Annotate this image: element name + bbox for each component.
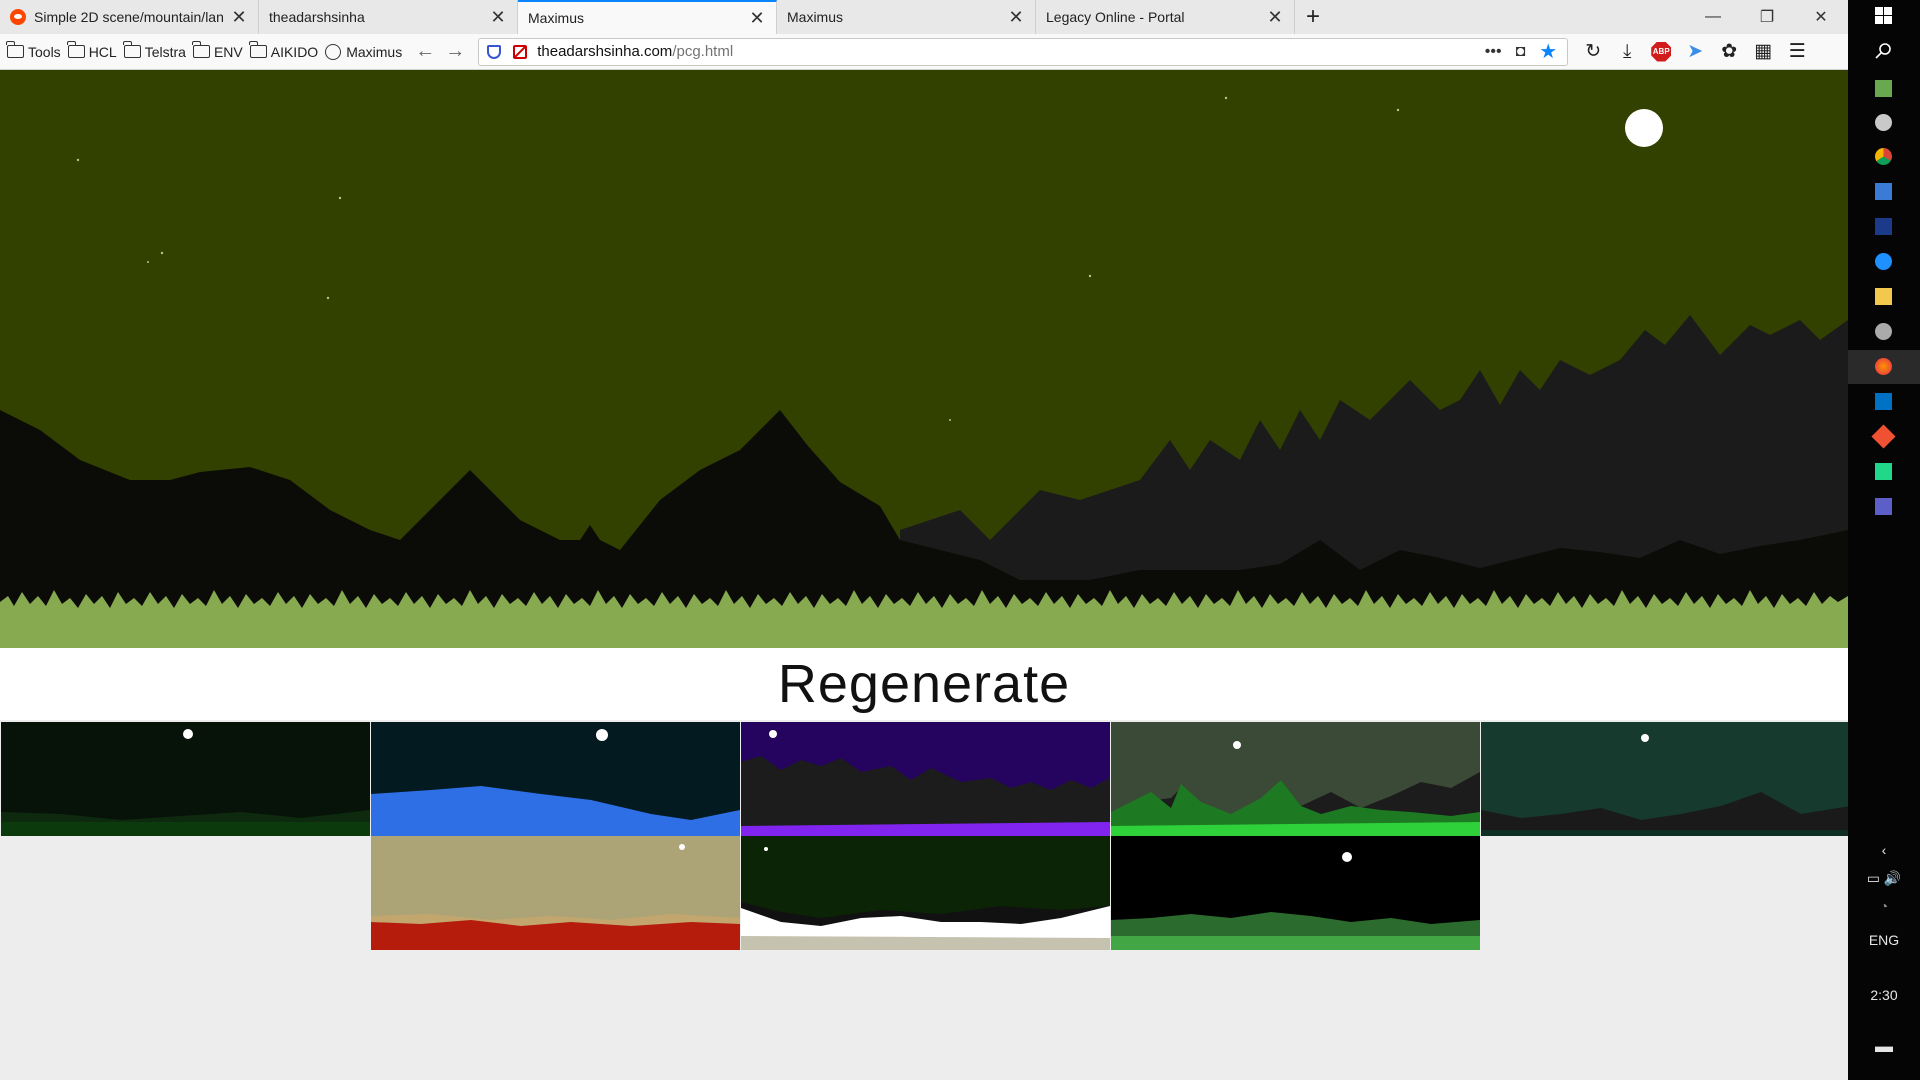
new-tab-button[interactable]: +: [1295, 0, 1331, 34]
forward-button[interactable]: →: [440, 40, 470, 63]
bookmark-hcl[interactable]: HCL: [66, 41, 117, 60]
show-hidden-icons[interactable]: ‹: [1848, 842, 1920, 858]
thumbnail-4[interactable]: [1111, 722, 1480, 836]
tab-reddit[interactable]: Simple 2D scene/mountain/lan ✕: [0, 0, 259, 34]
window-controls: — ❐ ✕: [1686, 0, 1848, 34]
search-icon[interactable]: [1875, 42, 1892, 59]
tab-bar: Simple 2D scene/mountain/lan ✕ theadarsh…: [0, 0, 1848, 34]
page-content: Regenerate: [0, 70, 1848, 1080]
bookmark-maximus[interactable]: Maximus: [325, 43, 402, 60]
close-tab-icon[interactable]: ✕: [1266, 7, 1284, 28]
bookmark-tools[interactable]: Tools: [6, 41, 61, 60]
restore-button[interactable]: ❐: [1740, 0, 1794, 34]
windows-taskbar: ‹ ▭ 🔊 ◔ ENG 2:30 ▬: [1848, 0, 1920, 1080]
download-icon[interactable]: ⤓: [1610, 41, 1644, 63]
bookmark-env[interactable]: ENV: [191, 41, 243, 60]
close-tab-icon[interactable]: ✕: [748, 8, 766, 29]
firefox-app-icon[interactable]: [1875, 358, 1892, 375]
nav-bar: Tools HCL Telstra ENV AIKIDO Maximus ← →…: [0, 34, 1848, 70]
regenerate-button[interactable]: Regenerate: [0, 648, 1848, 720]
tracking-shield-icon[interactable]: [487, 44, 502, 59]
hero-scene: [0, 70, 1848, 648]
thumbnail-7[interactable]: [741, 836, 1110, 950]
thumbnail-5[interactable]: [1481, 722, 1848, 836]
app-icon[interactable]: [1875, 323, 1892, 340]
adblock-icon[interactable]: ABP: [1651, 41, 1672, 62]
git-app-icon[interactable]: [1871, 424, 1896, 449]
url-text[interactable]: theadarshsinha.com/pcg.html: [537, 43, 1485, 60]
reload-icon[interactable]: ↻: [1576, 40, 1610, 63]
bookmark-aikido[interactable]: AIKIDO: [248, 41, 318, 60]
notifications-icon[interactable]: ▬: [1848, 1036, 1920, 1057]
minimize-button[interactable]: —: [1686, 0, 1740, 34]
extensions-puzzle-icon[interactable]: ▦: [1746, 40, 1780, 63]
page-actions-icon[interactable]: •••: [1485, 43, 1502, 61]
thumbnail-2[interactable]: [371, 722, 740, 836]
close-tab-icon[interactable]: ✕: [489, 7, 507, 28]
close-tab-icon[interactable]: ✕: [230, 7, 248, 28]
tab-title: Simple 2D scene/mountain/lan: [34, 9, 224, 25]
thumbnail-8[interactable]: [1111, 836, 1480, 950]
tab-maximus-active[interactable]: Maximus ✕: [518, 0, 777, 34]
bookmark-telstra[interactable]: Telstra: [122, 41, 186, 60]
bookmark-star-icon[interactable]: ★: [1539, 39, 1557, 64]
tab-title: theadarshsinha: [269, 9, 365, 25]
folder-icon: [191, 41, 210, 58]
notepad-app-icon[interactable]: [1875, 80, 1892, 97]
cursor-extension-icon[interactable]: ➤: [1678, 40, 1712, 63]
chrome-app-icon[interactable]: [1875, 148, 1892, 165]
folder-icon: [248, 41, 267, 58]
folder-icon: [6, 41, 24, 58]
tab-legacy-online[interactable]: Legacy Online - Portal ✕: [1036, 0, 1295, 34]
pycharm-app-icon[interactable]: [1875, 463, 1892, 480]
file-explorer-icon[interactable]: [1875, 288, 1892, 305]
tab-title: Maximus: [528, 10, 585, 26]
windows-start-icon[interactable]: [1875, 7, 1892, 24]
moon-icon: [1625, 109, 1663, 147]
remote-desktop-app-icon[interactable]: [1875, 183, 1892, 200]
language-indicator[interactable]: ENG: [1848, 932, 1920, 948]
pocket-icon[interactable]: ◘: [1516, 43, 1526, 61]
thumbnail-3[interactable]: [741, 722, 1110, 836]
teams-app-icon[interactable]: [1875, 498, 1892, 515]
tab-title: Maximus: [787, 9, 844, 25]
globe-icon: [325, 43, 342, 60]
thumbnail-6[interactable]: [371, 836, 740, 950]
tab-title: Legacy Online - Portal: [1046, 9, 1185, 25]
thumbnail-1[interactable]: [1, 722, 370, 836]
url-bar[interactable]: theadarshsinha.com/pcg.html ••• ◘ ★: [478, 37, 1569, 66]
menu-icon[interactable]: ☰: [1780, 40, 1814, 63]
close-tab-icon[interactable]: ✕: [1007, 7, 1025, 28]
battery-volume-icons[interactable]: ▭ 🔊: [1848, 870, 1920, 887]
insecure-lock-icon[interactable]: [513, 44, 528, 59]
extension-icon[interactable]: ✿: [1712, 40, 1746, 63]
back-button[interactable]: ←: [410, 40, 440, 63]
edge-app-icon[interactable]: [1875, 253, 1892, 270]
outlook-app-icon[interactable]: [1875, 393, 1892, 410]
tab-theadarshsinha[interactable]: theadarshsinha ✕: [259, 0, 518, 34]
reddit-icon: [10, 9, 26, 25]
tab-maximus[interactable]: Maximus ✕: [777, 0, 1036, 34]
terminal-app-icon[interactable]: [1875, 218, 1892, 235]
clock[interactable]: 2:30: [1848, 987, 1920, 1003]
paint-app-icon[interactable]: [1875, 114, 1892, 131]
close-window-button[interactable]: ✕: [1794, 0, 1848, 34]
wifi-icon[interactable]: ◔: [1848, 898, 1920, 914]
folder-icon: [122, 41, 141, 58]
folder-icon: [66, 41, 85, 58]
